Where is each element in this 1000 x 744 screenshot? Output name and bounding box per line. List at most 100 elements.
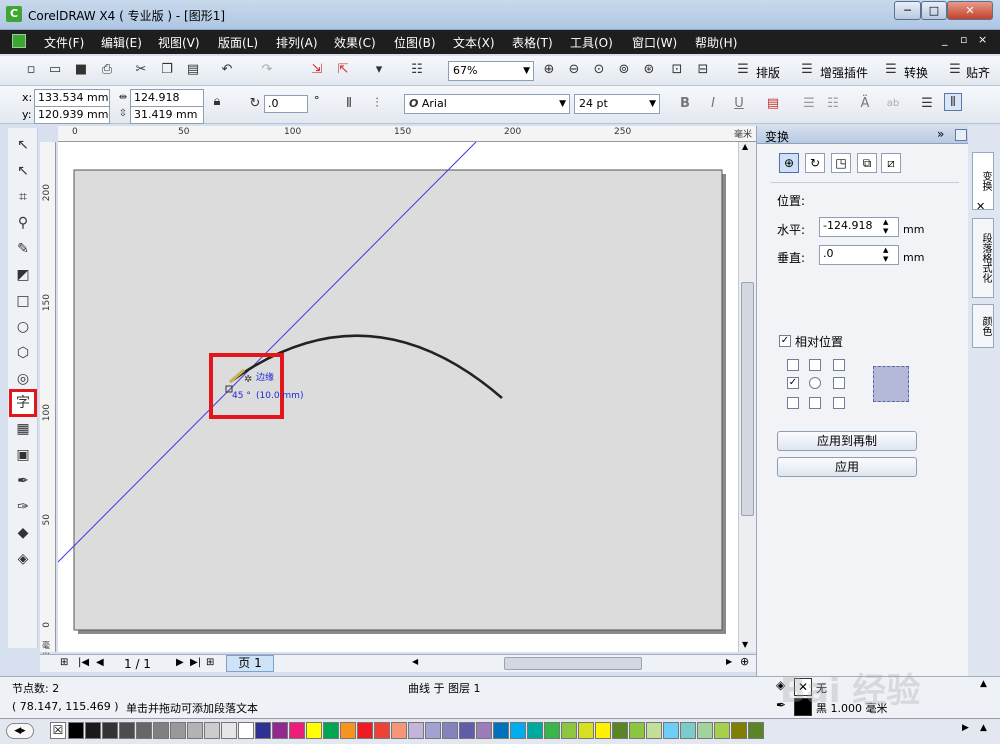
add-page-icon[interactable]: ⊞ <box>60 657 68 668</box>
copy-icon[interactable]: ❐ <box>158 61 176 79</box>
crop-tool-icon[interactable]: ⌗ <box>12 186 34 208</box>
color-swatch[interactable] <box>697 722 713 739</box>
color-swatch[interactable] <box>748 722 764 739</box>
save-icon[interactable]: ■ <box>72 61 90 79</box>
cut-icon[interactable]: ✂ <box>132 61 150 79</box>
color-swatch[interactable] <box>493 722 509 739</box>
color-swatch[interactable] <box>510 722 526 739</box>
color-swatch[interactable] <box>68 722 84 739</box>
plugin-convert-label[interactable]: 转换 <box>904 64 928 81</box>
vertical-text-icon[interactable]: ⦀ <box>944 93 962 111</box>
document-icon[interactable] <box>12 34 26 48</box>
table-tool-icon[interactable]: ▦ <box>12 418 34 440</box>
position-transform-icon[interactable]: ⊕ <box>779 153 799 173</box>
shape-tool-icon[interactable]: ↖ <box>12 160 34 182</box>
text-align-icon[interactable]: ▤ <box>764 95 782 113</box>
underline-icon[interactable]: U <box>730 95 748 113</box>
interactive-fill-tool-icon[interactable]: ◈ <box>12 548 34 570</box>
pick-tool-icon[interactable]: ↖ <box>12 134 34 156</box>
drop-cap-icon[interactable]: ☷ <box>824 95 842 113</box>
color-swatch[interactable] <box>612 722 628 739</box>
mirror-horizontal-icon[interactable]: ⫴ <box>340 95 358 113</box>
color-swatch[interactable] <box>170 722 186 739</box>
horizontal-text-icon[interactable]: ☰ <box>918 95 936 113</box>
color-swatch[interactable] <box>425 722 441 739</box>
menu-layout[interactable]: 版面(L) <box>218 34 258 51</box>
plugin-enhance-label[interactable]: 增强插件 <box>820 64 868 81</box>
application-launcher-icon[interactable]: ▾ <box>370 61 388 79</box>
zoom-level-select[interactable]: 67% ▼ <box>448 61 534 81</box>
zoom-out-icon[interactable]: ⊖ <box>565 61 583 79</box>
anchor-middle-left[interactable]: ✓ <box>787 377 799 389</box>
undo-icon[interactable]: ↶ <box>218 61 236 79</box>
format-text-icon[interactable]: Ä <box>856 95 874 113</box>
color-swatch[interactable] <box>578 722 594 739</box>
zoom-in-icon[interactable]: ⊕ <box>540 61 558 79</box>
color-swatch[interactable] <box>221 722 237 739</box>
font-list-select[interactable]: O Arial ▼ <box>404 94 570 114</box>
color-swatch[interactable] <box>527 722 543 739</box>
color-swatch[interactable] <box>561 722 577 739</box>
minimize-button[interactable]: ─ <box>894 1 921 20</box>
tab-close-icon[interactable]: ✕ <box>976 200 985 213</box>
color-swatch[interactable] <box>323 722 339 739</box>
menu-text[interactable]: 文本(X) <box>453 34 495 51</box>
color-swatch[interactable] <box>102 722 118 739</box>
plugin-convert-icon[interactable]: ☰ <box>882 61 900 79</box>
print-icon[interactable]: ⎙ <box>98 61 116 79</box>
anchor-center[interactable] <box>809 377 821 389</box>
vertical-scrollbar[interactable]: ▲ ▼ <box>738 142 756 652</box>
status-scroll-up-icon[interactable]: ▲ <box>980 679 987 689</box>
color-swatch[interactable] <box>357 722 373 739</box>
anchor-middle-right[interactable] <box>833 377 845 389</box>
color-swatch[interactable] <box>663 722 679 739</box>
scale-transform-icon[interactable]: ◳ <box>831 153 851 173</box>
zoom-height-icon[interactable]: ⊟ <box>694 61 712 79</box>
scroll-thumb[interactable] <box>741 282 754 516</box>
import-icon[interactable]: ⇲ <box>308 61 326 79</box>
menu-help[interactable]: 帮助(H) <box>695 34 737 51</box>
navigator-zoom-icon[interactable]: ⊕ <box>740 655 749 668</box>
color-swatch[interactable] <box>289 722 305 739</box>
color-swatch[interactable] <box>306 722 322 739</box>
menu-effects[interactable]: 效果(C) <box>334 34 376 51</box>
open-icon[interactable]: ▭ <box>46 61 64 79</box>
horizontal-ruler[interactable]: 0 50 100 150 200 250 毫米 <box>58 126 758 142</box>
apply-button[interactable]: 应用 <box>777 457 917 477</box>
menu-view[interactable]: 视图(V) <box>158 34 200 51</box>
zoom-selected-icon[interactable]: ⊙ <box>590 61 608 79</box>
anchor-top-left[interactable] <box>787 359 799 371</box>
x-position-field[interactable]: 133.534 mm <box>34 89 110 107</box>
zoom-width-icon[interactable]: ⊡ <box>668 61 686 79</box>
freehand-tool-icon[interactable]: ✎ <box>12 238 34 260</box>
maximize-button[interactable]: □ <box>921 1 947 20</box>
color-swatch[interactable] <box>646 722 662 739</box>
bullet-list-icon[interactable]: ☰ <box>800 95 818 113</box>
eyedropper-tool-icon[interactable]: ✒ <box>12 470 34 492</box>
mdi-restore-button[interactable]: ▫ <box>960 33 967 46</box>
export-icon[interactable]: ⇱ <box>334 61 352 79</box>
mdi-close-button[interactable]: × <box>978 33 987 46</box>
ellipse-tool-icon[interactable]: ○ <box>12 316 34 338</box>
vertical-spinner-icon[interactable]: ▲ ▼ <box>883 246 888 264</box>
tab-paragraph-format[interactable]: 段落格式化 <box>972 218 994 298</box>
redo-icon[interactable]: ↷ <box>258 61 276 79</box>
polygon-tool-icon[interactable]: ⬡ <box>12 342 34 364</box>
vertical-ruler[interactable]: 200 150 100 50 0 毫米 <box>40 142 56 661</box>
color-swatch[interactable] <box>442 722 458 739</box>
color-swatch[interactable] <box>136 722 152 739</box>
plugin-layout-label[interactable]: 排版 <box>756 64 780 81</box>
lock-ratio-icon[interactable]: 🔒︎ <box>208 93 226 111</box>
color-swatch[interactable] <box>714 722 730 739</box>
skew-transform-icon[interactable]: ⧄ <box>881 153 901 173</box>
scroll-down-icon[interactable]: ▼ <box>742 640 748 649</box>
outline-tool-icon[interactable]: ✑ <box>12 496 34 518</box>
no-color-swatch[interactable]: ☒ <box>50 722 66 739</box>
close-button[interactable]: ✕ <box>947 1 993 20</box>
plugin-layout-icon[interactable]: ☰ <box>734 61 752 79</box>
new-icon[interactable]: ▫ <box>22 61 40 79</box>
color-swatch[interactable] <box>119 722 135 739</box>
interactive-blend-tool-icon[interactable]: ▣ <box>12 444 34 466</box>
width-field[interactable]: 124.918 mm <box>130 89 204 120</box>
relative-position-checkbox[interactable]: ✓ <box>779 335 791 347</box>
